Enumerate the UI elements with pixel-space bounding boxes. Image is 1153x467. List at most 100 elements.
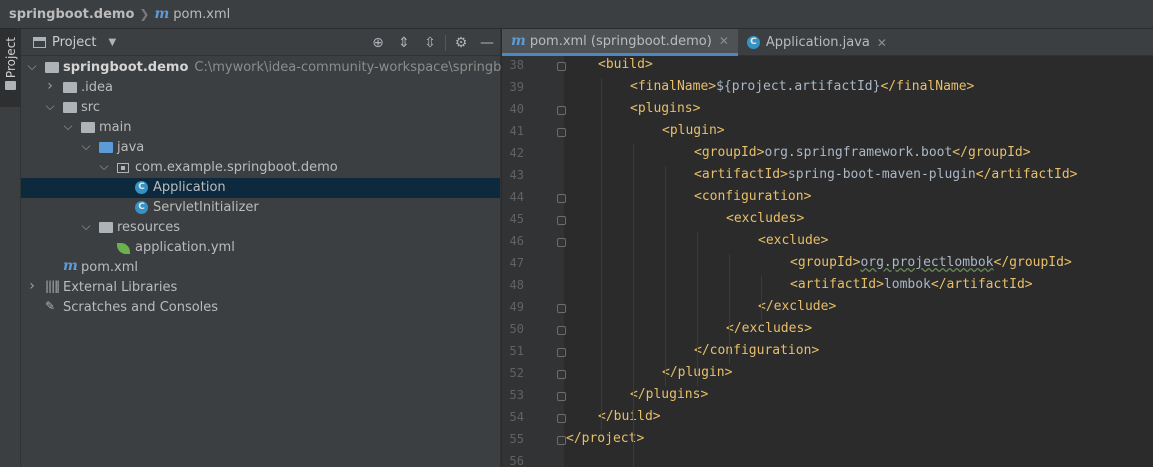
code-line: <artifactId>lombok</artifactId> bbox=[790, 277, 1033, 292]
editor-tabs: m pom.xml (springboot.demo) ✕ C Applicat… bbox=[502, 29, 1153, 56]
line-number: 41 bbox=[509, 124, 524, 138]
chevron-right-icon[interactable]: › bbox=[45, 78, 55, 94]
fold-marker-icon[interactable] bbox=[557, 348, 566, 357]
breadcrumb-project[interactable]: springboot.demo bbox=[9, 7, 134, 22]
fold-marker-icon[interactable] bbox=[557, 370, 566, 379]
xml-tag: <excludes> bbox=[726, 211, 805, 226]
close-icon[interactable]: ✕ bbox=[877, 36, 887, 50]
project-tool-window-button[interactable]: Project bbox=[0, 29, 21, 107]
libraries-icon: |||‖ bbox=[45, 279, 60, 293]
close-icon[interactable]: ✕ bbox=[719, 34, 729, 48]
xml-open-tag: <groupId> bbox=[694, 145, 765, 160]
chevron-down-icon[interactable]: ⌵ bbox=[81, 219, 91, 234]
project-view-title[interactable]: Project bbox=[52, 35, 96, 50]
folder-icon bbox=[45, 62, 59, 73]
project-panel-header: Project ▼ ⊕ ⇕ ⇳ ⚙ — bbox=[21, 29, 500, 56]
tree-item[interactable]: m pom.xml bbox=[21, 258, 500, 278]
fold-marker-icon[interactable] bbox=[557, 414, 566, 423]
chevron-down-icon[interactable]: ▼ bbox=[108, 37, 116, 48]
navigation-bar: springboot.demo ❯ m pom.xml bbox=[0, 0, 1153, 29]
maven-icon: m bbox=[154, 6, 170, 22]
chevron-right-icon[interactable]: › bbox=[27, 278, 37, 294]
chevron-down-icon[interactable]: ⌵ bbox=[99, 159, 109, 174]
fold-marker-icon[interactable] bbox=[557, 106, 566, 115]
breadcrumb-file[interactable]: m pom.xml bbox=[154, 6, 230, 22]
code-editor[interactable]: 38 <build> 39 <finalName>${project.artifact… bbox=[502, 56, 1153, 467]
fold-marker-icon[interactable] bbox=[557, 238, 566, 247]
xml-tag: </plugins> bbox=[630, 387, 709, 402]
tree-item[interactable]: C Application bbox=[21, 178, 500, 198]
tree-item-text: Scratches and Consoles bbox=[63, 300, 218, 315]
fold-marker-icon[interactable] bbox=[557, 326, 566, 335]
line-number: 55 bbox=[509, 432, 524, 446]
tab-application-java[interactable]: C Application.java ✕ bbox=[738, 29, 896, 56]
hide-icon[interactable]: — bbox=[474, 35, 500, 51]
tree-item[interactable]: ⌵ main bbox=[21, 118, 500, 138]
fold-marker-icon[interactable] bbox=[557, 62, 566, 71]
tree-item[interactable]: › .idea bbox=[21, 78, 500, 98]
xml-tag: </build> bbox=[598, 409, 661, 424]
gear-icon[interactable]: ⚙ bbox=[448, 35, 474, 51]
tree-item[interactable]: › |||‖ External Libraries bbox=[21, 278, 500, 298]
tree-item[interactable]: ⌵ src bbox=[21, 98, 500, 118]
code-line: <groupId>org.projectlombok</groupId> bbox=[790, 255, 1072, 270]
tree-item-text: resources bbox=[117, 220, 180, 235]
chevron-down-icon[interactable]: ⌵ bbox=[45, 99, 55, 114]
chevron-down-icon[interactable]: ⌵ bbox=[27, 59, 37, 74]
xml-tag: <configuration> bbox=[694, 189, 812, 204]
xml-open-tag: <artifactId> bbox=[790, 277, 884, 292]
tree-item-text: pom.xml bbox=[81, 260, 138, 275]
line-number: 42 bbox=[509, 146, 524, 160]
locate-file-icon[interactable]: ⊕ bbox=[365, 35, 391, 51]
line-number: 48 bbox=[509, 278, 524, 292]
line-number: 44 bbox=[509, 190, 524, 204]
toolbar-divider bbox=[445, 34, 446, 51]
xml-tag: </configuration> bbox=[694, 343, 820, 358]
xml-text: org.springframework.boot bbox=[764, 145, 953, 160]
xml-close-tag: </artifactId> bbox=[975, 167, 1078, 182]
code-line: <plugin> bbox=[662, 123, 725, 138]
tree-item[interactable]: ⌵ resources bbox=[21, 218, 500, 238]
tree-item[interactable]: ⌵ springboot.demo C:\mywork\idea-community… bbox=[21, 58, 563, 78]
fold-marker-icon[interactable] bbox=[557, 304, 566, 313]
tab-pom-xml[interactable]: m pom.xml (springboot.demo) ✕ bbox=[502, 29, 738, 56]
chevron-down-icon[interactable]: ⌵ bbox=[63, 119, 73, 134]
line-number: 56 bbox=[509, 454, 524, 467]
xml-tag: </exclude> bbox=[758, 299, 837, 314]
code-line: <build> bbox=[598, 57, 653, 72]
breadcrumb-separator-icon: ❯ bbox=[139, 7, 150, 21]
chevron-down-icon[interactable]: ⌵ bbox=[81, 139, 91, 154]
breadcrumb-file-label: pom.xml bbox=[173, 6, 231, 22]
code-line: </configuration> bbox=[694, 343, 819, 358]
tree-item[interactable]: application.yml bbox=[21, 238, 500, 258]
line-number: 47 bbox=[509, 256, 524, 270]
fold-marker-icon[interactable] bbox=[557, 392, 566, 401]
code-line: <exclude> bbox=[758, 233, 828, 248]
tree-item-label: ServletInitializer bbox=[153, 200, 259, 215]
tree-item-label: Application bbox=[153, 180, 226, 195]
collapse-all-icon[interactable]: ⇳ bbox=[417, 35, 443, 51]
xml-open-tag: <artifactId> bbox=[694, 167, 788, 182]
tree-item[interactable]: C ServletInitializer bbox=[21, 198, 500, 218]
tree-item[interactable]: ⌵ java bbox=[21, 138, 500, 158]
indent-guide bbox=[729, 254, 730, 364]
tree-item[interactable]: ✎ Scratches and Consoles bbox=[21, 298, 500, 318]
maven-icon: m bbox=[63, 258, 78, 274]
fold-marker-icon[interactable] bbox=[557, 128, 566, 137]
code-line: </build> bbox=[598, 409, 661, 424]
tab-label: pom.xml (springboot.demo) bbox=[529, 33, 712, 49]
tree-item-label: External Libraries bbox=[63, 280, 178, 295]
fold-marker-icon[interactable] bbox=[557, 194, 566, 203]
expand-all-icon[interactable]: ⇕ bbox=[391, 35, 417, 51]
window-icon bbox=[33, 36, 46, 48]
code-line: <artifactId>spring-boot-maven-plugin</ar… bbox=[694, 167, 1078, 182]
xml-close-tag: </groupId> bbox=[993, 255, 1072, 270]
tree-item-label: pom.xml bbox=[81, 260, 138, 275]
tree-item-label: .idea bbox=[81, 80, 113, 95]
line-number: 49 bbox=[509, 300, 524, 314]
xml-tag: <build> bbox=[598, 57, 653, 72]
fold-marker-icon[interactable] bbox=[557, 436, 566, 445]
tree-item[interactable]: ⌵ com.example.springboot.demo bbox=[21, 158, 500, 178]
fold-marker-icon[interactable] bbox=[557, 216, 566, 225]
line-number: 52 bbox=[509, 366, 524, 380]
